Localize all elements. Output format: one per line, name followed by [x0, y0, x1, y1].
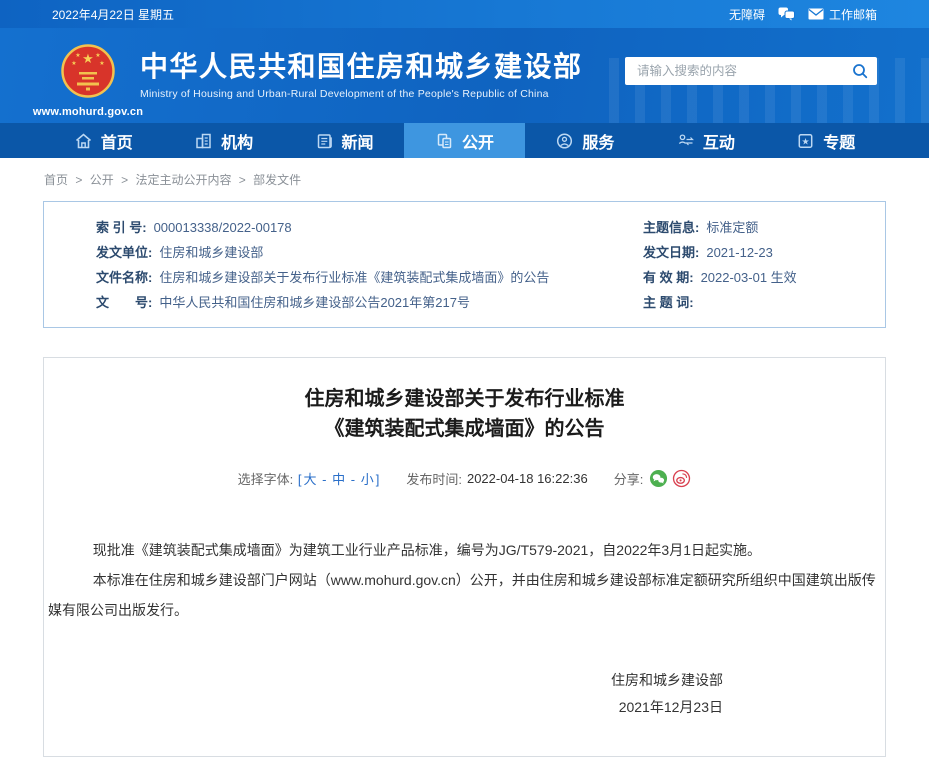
nav-item-service[interactable]: 服务	[525, 123, 645, 158]
nav-item-news[interactable]: 新闻	[284, 123, 404, 158]
publish-time-value: 2022-04-18 16:22:36	[467, 471, 588, 486]
nav-item-interact[interactable]: 互动	[645, 123, 765, 158]
breadcrumb-separator: >	[121, 173, 128, 187]
meta-row-issue-date: 发文日期: 2021-12-23	[643, 240, 885, 265]
signature-date: 2021年12月23日	[48, 694, 723, 721]
site-subtitle: Ministry of Housing and Urban-Rural Deve…	[140, 88, 583, 100]
org-icon	[194, 132, 213, 150]
breadcrumb-separator: >	[75, 173, 82, 187]
nav-item-disclosure[interactable]: 公开	[404, 123, 524, 158]
article-paragraph: 现批准《建筑装配式集成墙面》为建筑工业行业产品标准，编号为JG/T579-202…	[48, 535, 881, 565]
service-icon	[555, 132, 574, 150]
interact-icon	[676, 132, 695, 150]
svg-text:★: ★	[99, 60, 104, 67]
article-body: 现批准《建筑装配式集成墙面》为建筑工业行业产品标准，编号为JG/T579-202…	[48, 535, 881, 625]
meta-row-issuing-unit: 发文单位: 住房和城乡建设部	[96, 240, 603, 265]
share-label: 分享:	[614, 469, 644, 488]
disclosure-icon	[435, 132, 454, 150]
topics-icon: ★	[796, 132, 815, 150]
meta-row-keywords: 主 题 词:	[643, 290, 885, 315]
work-mailbox-link[interactable]: 工作邮箱	[808, 6, 877, 23]
top-utility-bar: 2022年4月22日 星期五 无障碍 工作邮箱	[0, 0, 929, 28]
site-url: www.mohurd.gov.cn	[33, 106, 143, 118]
meta-row-document-number: 文 号: 中华人民共和国住房和城乡建设部公告2021年第217号	[96, 290, 603, 315]
nav-item-org[interactable]: 机构	[163, 123, 283, 158]
breadcrumb-separator: >	[239, 173, 246, 187]
breadcrumb-home[interactable]: 首页	[44, 173, 68, 187]
breadcrumb-ministry-documents[interactable]: 部发文件	[253, 173, 301, 187]
article-container: 住房和城乡建设部关于发布行业标准 《建筑装配式集成墙面》的公告 选择字体: [大…	[43, 357, 886, 757]
meta-row-index-number: 索 引 号: 000013338/2022-00178	[96, 215, 603, 240]
site-header: ★ ★ ★ ★ ★ www.mohurd.gov.cn 中华人民共和国住房和城乡…	[0, 28, 929, 123]
article-signature: 住房和城乡建设部 2021年12月23日	[48, 667, 881, 721]
search-box	[625, 57, 877, 85]
accessibility-link[interactable]: 无障碍	[729, 6, 765, 23]
breadcrumb: 首页 > 公开 > 法定主动公开内容 > 部发文件	[44, 171, 929, 188]
national-emblem-logo[interactable]: ★ ★ ★ ★ ★	[61, 44, 115, 103]
font-size-medium[interactable]: 中	[332, 472, 345, 487]
article-meta-bar: 选择字体: [大 - 中 - 小] 发布时间: 2022-04-18 16:22…	[48, 469, 881, 488]
wechat-icon	[649, 469, 668, 488]
search-icon	[852, 63, 868, 79]
meta-row-effective-date: 有 效 期: 2022-03-01 生效	[643, 265, 885, 290]
mail-icon	[808, 8, 824, 20]
signature-org: 住房和城乡建设部	[48, 667, 723, 694]
site-title: 中华人民共和国住房和城乡建设部	[140, 50, 583, 84]
svg-text:★: ★	[71, 60, 76, 67]
font-size-large[interactable]: 大	[304, 472, 317, 487]
nav-item-home[interactable]: 首页	[43, 123, 163, 158]
font-selector-label: 选择字体:	[238, 469, 294, 488]
weibo-share-button[interactable]	[672, 469, 691, 488]
svg-text:★: ★	[75, 52, 80, 59]
nav-item-topics[interactable]: ★ 专题	[766, 123, 886, 158]
document-meta-table: 索 引 号: 000013338/2022-00178 发文单位: 住房和城乡建…	[43, 201, 886, 328]
search-button[interactable]	[843, 57, 877, 85]
article-paragraph: 本标准在住房和城乡建设部门户网站（www.mohurd.gov.cn）公开，并由…	[48, 565, 881, 625]
weibo-icon	[672, 469, 691, 488]
news-icon	[315, 132, 334, 150]
breadcrumb-statutory-content[interactable]: 法定主动公开内容	[135, 173, 231, 187]
svg-text:★: ★	[95, 52, 100, 59]
search-input[interactable]	[625, 64, 843, 78]
chat-icon[interactable]	[778, 7, 795, 21]
article-title: 住房和城乡建设部关于发布行业标准 《建筑装配式集成墙面》的公告	[48, 384, 881, 444]
meta-row-subject-info: 主题信息: 标准定额	[643, 215, 885, 240]
svg-text:★: ★	[82, 51, 94, 66]
home-icon	[74, 132, 93, 150]
meta-row-document-name: 文件名称: 住房和城乡建设部关于发布行业标准《建筑装配式集成墙面》的公告	[96, 265, 603, 290]
font-size-small[interactable]: 小	[361, 472, 374, 487]
main-nav: 首页 机构 新闻 公开 服务	[0, 123, 929, 158]
current-date: 2022年4月22日 星期五	[52, 6, 174, 23]
svg-text:★: ★	[802, 136, 810, 146]
wechat-share-button[interactable]	[649, 469, 668, 488]
breadcrumb-disclosure[interactable]: 公开	[90, 173, 114, 187]
publish-time-label: 发布时间:	[406, 469, 462, 488]
